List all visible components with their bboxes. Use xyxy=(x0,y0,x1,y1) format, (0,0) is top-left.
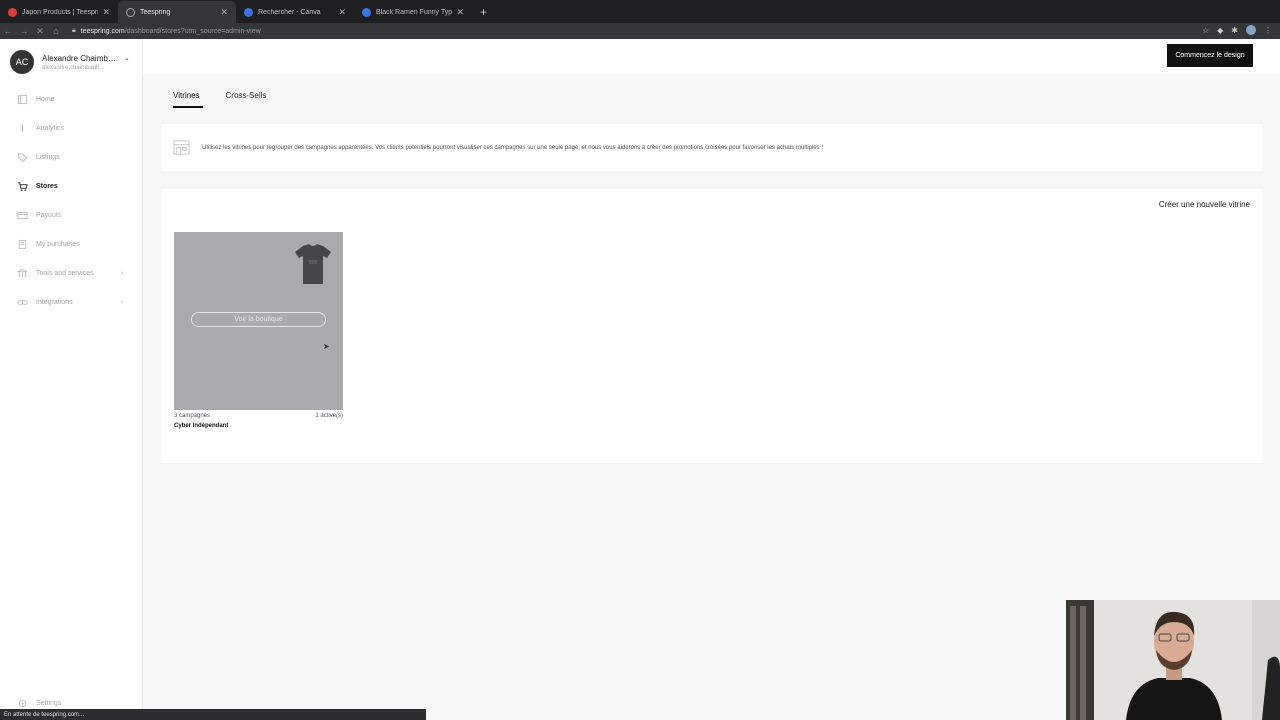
sidebar-item-home[interactable]: Home xyxy=(0,85,143,114)
account-switcher[interactable]: AC Alexandre Chaimb… ⌄ alexandre.chaimbau… xyxy=(10,50,130,74)
close-icon[interactable]: ✕ xyxy=(456,7,464,18)
back-icon[interactable]: ← xyxy=(0,26,16,36)
close-icon[interactable]: ✕ xyxy=(338,7,346,18)
canva-favicon-icon xyxy=(362,7,371,17)
sidebar-item-label: Tools and services xyxy=(36,270,94,277)
new-tab-icon[interactable]: + xyxy=(472,1,495,23)
store-name: Cyber Indépendant xyxy=(174,423,229,429)
browser-tab-bar: Japon Products | Teespring ✕ Teespring ✕… xyxy=(0,0,1280,23)
account-email: alexandre.chaimbault… xyxy=(42,64,106,71)
close-icon[interactable]: ✕ xyxy=(220,7,228,18)
tshirt-icon xyxy=(295,244,331,284)
browser-tab[interactable]: Japon Products | Teespring ✕ xyxy=(0,1,118,23)
mouse-cursor-icon: ➤ xyxy=(323,342,330,351)
campaign-count: 3 campagnes xyxy=(174,413,211,419)
chevron-down-icon: ⌄ xyxy=(123,55,130,62)
card-icon xyxy=(17,210,28,221)
star-icon[interactable]: ☆ xyxy=(1202,26,1209,35)
sidebar-item-purchases[interactable]: My purchases xyxy=(0,230,143,259)
top-bar: Commencez le design xyxy=(143,39,1280,74)
sidebar-item-label: Settings xyxy=(36,700,62,707)
url-field[interactable]: 🔒︎ teespring.com/dashboard/stores?utm_so… xyxy=(72,27,261,35)
sidebar-item-label: Analytics xyxy=(36,125,65,132)
loading-icon xyxy=(126,7,135,17)
chevron-right-icon: › xyxy=(120,299,123,306)
extension-icon[interactable]: ◆ xyxy=(1217,26,1223,35)
banner-text: Utilisez les vitrines pour regrouper des… xyxy=(202,144,823,151)
lock-icon: 🔒︎ xyxy=(72,27,76,34)
link-icon xyxy=(17,297,28,308)
status-bar: En attente de teespring.com... xyxy=(0,709,426,720)
sidebar-item-label: Stores xyxy=(36,183,58,190)
page-tabs: Vitrines Cross-Sells xyxy=(173,91,266,108)
tools-icon xyxy=(17,268,28,279)
close-icon[interactable]: ✕ xyxy=(102,7,110,18)
sidebar: AC Alexandre Chaimb… ⌄ alexandre.chaimbau… xyxy=(0,39,143,720)
chevron-right-icon: › xyxy=(120,270,123,277)
storefront-icon xyxy=(173,140,190,155)
browser-tab[interactable]: Black Ramen Funny Typograp… ✕ xyxy=(354,1,472,23)
start-design-button[interactable]: Commencez le design xyxy=(1167,44,1253,67)
home-icon xyxy=(17,94,28,105)
home-nav-icon[interactable]: ⌂ xyxy=(48,26,64,36)
browser-tab-title: Teespring xyxy=(140,8,171,16)
stores-panel: Créer une nouvelle vitrine Voir la bouti… xyxy=(161,189,1263,463)
canva-favicon-icon xyxy=(244,7,253,17)
browser-tab-active[interactable]: Teespring ✕ xyxy=(118,1,236,23)
sidebar-item-label: Home xyxy=(36,96,55,103)
teespring-favicon-icon xyxy=(8,7,17,17)
webcam-overlay xyxy=(1066,600,1280,720)
sidebar-item-label: My purchases xyxy=(36,241,80,248)
tag-icon xyxy=(17,152,28,163)
account-name: Alexandre Chaimb… xyxy=(42,53,116,63)
puzzle-icon[interactable]: ✱ xyxy=(1231,26,1238,35)
gear-icon xyxy=(17,698,28,709)
cart-icon xyxy=(17,181,28,192)
profile-icon[interactable] xyxy=(1246,25,1256,35)
sidebar-item-label: Listings xyxy=(36,154,60,161)
webcam-person-image xyxy=(1066,600,1280,720)
active-count: 1 active(s) xyxy=(315,413,343,419)
receipt-icon xyxy=(17,239,28,250)
stop-icon[interactable]: ✕ xyxy=(32,26,48,37)
sidebar-item-listings[interactable]: Listings xyxy=(0,143,143,172)
sidebar-item-settings[interactable]: Settings xyxy=(17,698,61,709)
analytics-icon xyxy=(17,123,28,134)
create-store-link[interactable]: Créer une nouvelle vitrine xyxy=(1159,200,1250,209)
info-banner: Utilisez les vitrines pour regrouper des… xyxy=(161,124,1263,171)
tab-vitrines[interactable]: Vitrines xyxy=(173,91,203,108)
browser-tab-title: Japon Products | Teespring xyxy=(22,8,99,16)
sidebar-item-integrations[interactable]: Integrations › xyxy=(0,288,143,317)
forward-icon[interactable]: → xyxy=(16,26,32,36)
avatar: AC xyxy=(10,50,34,74)
menu-icon[interactable]: ⋮ xyxy=(1264,26,1272,35)
view-store-button[interactable]: Voir la boutique xyxy=(191,312,326,327)
sidebar-nav: Home Analytics Listings Stores Payouts M… xyxy=(0,85,143,317)
sidebar-item-label: Payouts xyxy=(36,212,62,219)
browser-tab-title: Rechercher - Canva xyxy=(258,8,321,16)
sidebar-item-label: Integrations xyxy=(36,299,73,306)
browser-tab-title: Black Ramen Funny Typograp… xyxy=(376,8,453,16)
url-path: /dashboard/stores?utm_source=admin-view xyxy=(124,27,261,35)
sidebar-item-stores[interactable]: Stores xyxy=(0,172,143,201)
tab-cross-sells[interactable]: Cross-Sells xyxy=(226,91,267,108)
address-bar: ← → ✕ ⌂ 🔒︎ teespring.com/dashboard/store… xyxy=(0,23,1280,39)
sidebar-item-tools[interactable]: Tools and services › xyxy=(0,259,143,288)
store-card[interactable]: Voir la boutique xyxy=(174,232,343,410)
sidebar-item-analytics[interactable]: Analytics xyxy=(0,114,143,143)
sidebar-item-payouts[interactable]: Payouts xyxy=(0,201,143,230)
url-host: teespring.com xyxy=(80,27,125,35)
browser-tab[interactable]: Rechercher - Canva ✕ xyxy=(236,1,354,23)
